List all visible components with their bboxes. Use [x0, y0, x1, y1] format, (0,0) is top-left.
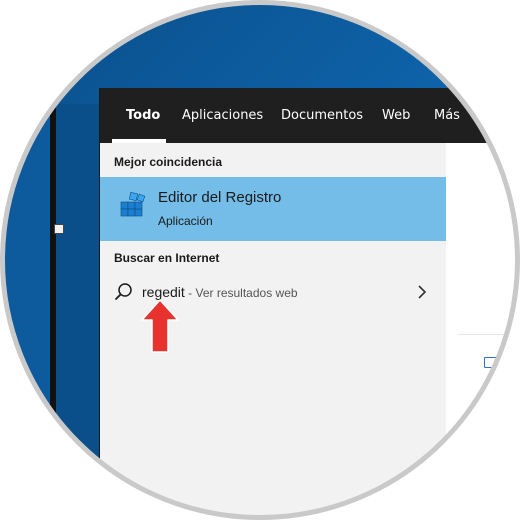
open-icon[interactable]	[484, 357, 498, 368]
tab-mas[interactable]: Más	[434, 88, 460, 143]
tab-documentos[interactable]: Documentos	[281, 88, 363, 143]
screenshot-stage: Todo Aplicaciones Documentos Web Más Mej…	[0, 0, 520, 520]
red-arrow-up-icon	[141, 299, 179, 353]
tab-aplicaciones[interactable]: Aplicaciones	[182, 88, 263, 143]
web-search-heading: Buscar en Internet	[114, 251, 220, 265]
app-type: Aplicación	[158, 214, 213, 228]
tab-todo[interactable]: Todo	[126, 88, 160, 143]
circular-crop: Todo Aplicaciones Documentos Web Más Mej…	[4, 4, 516, 516]
search-window: Todo Aplicaciones Documentos Web Más Mej…	[100, 88, 516, 516]
registry-editor-icon	[120, 191, 146, 217]
search-tabs-bar: Todo Aplicaciones Documentos Web Más	[100, 88, 516, 143]
search-results: Mejor coincidencia Editor del Registro A…	[100, 143, 446, 516]
app-name: Editor del Registro	[158, 189, 282, 206]
preview-pane	[446, 143, 516, 516]
preview-divider	[458, 334, 516, 335]
background-panel	[56, 104, 102, 516]
best-match-result[interactable]: Editor del Registro Aplicación	[100, 177, 446, 241]
search-icon	[115, 283, 132, 300]
background-window	[4, 104, 50, 516]
best-match-heading: Mejor coincidencia	[114, 155, 223, 169]
chevron-right-icon[interactable]	[416, 284, 428, 300]
web-results-hint: - Ver resultados web	[184, 286, 298, 300]
tab-web[interactable]: Web	[382, 88, 410, 143]
resize-handle[interactable]	[54, 224, 64, 234]
